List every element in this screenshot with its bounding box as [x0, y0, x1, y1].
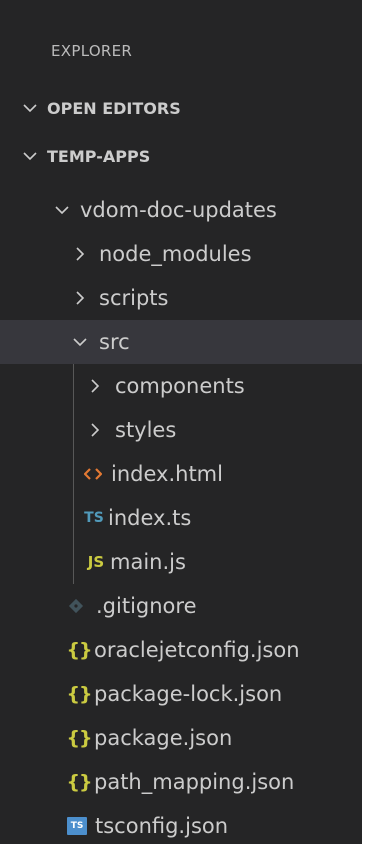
tsconfig-file-icon: TS: [67, 817, 87, 835]
file-label: package.json: [94, 726, 233, 750]
open-editors-section-header[interactable]: OPEN EDITORS: [0, 92, 362, 124]
tree-file-package-json[interactable]: {} package.json: [0, 716, 362, 760]
chevron-down-icon: [70, 332, 90, 352]
chevron-right-icon: [85, 376, 105, 396]
file-label: oraclejetconfig.json: [94, 638, 300, 662]
folder-label: styles: [115, 418, 177, 442]
json-file-icon: {}: [66, 727, 92, 749]
file-label: path_mapping.json: [94, 770, 295, 794]
folder-label: vdom-doc-updates: [80, 198, 277, 222]
folder-label: scripts: [99, 286, 169, 310]
file-label: .gitignore: [96, 594, 197, 618]
chevron-right-icon: [70, 288, 90, 308]
tree-folder-node-modules[interactable]: node_modules: [0, 232, 362, 276]
tree-file-index-html[interactable]: index.html: [0, 452, 362, 496]
json-file-icon: {}: [66, 639, 92, 661]
chevron-down-icon: [20, 146, 40, 166]
file-label: package-lock.json: [94, 682, 283, 706]
tree-file-index-ts[interactable]: TS index.ts: [0, 496, 362, 540]
typescript-file-icon: TS: [84, 510, 104, 526]
folder-label: src: [99, 330, 130, 354]
explorer-title: EXPLORER: [51, 42, 133, 60]
json-file-icon: {}: [66, 771, 92, 793]
tree-file-gitignore[interactable]: .gitignore: [0, 584, 362, 628]
folder-label: components: [115, 374, 245, 398]
tree-folder-src[interactable]: src: [0, 320, 362, 364]
tree-file-tsconfig-json[interactable]: TS tsconfig.json: [0, 804, 362, 848]
tree-folder-vdom-doc-updates[interactable]: vdom-doc-updates: [0, 188, 362, 232]
tree-file-path-mapping-json[interactable]: {} path_mapping.json: [0, 760, 362, 804]
javascript-file-icon: JS: [87, 553, 105, 571]
chevron-right-icon: [85, 420, 105, 440]
tree-folder-scripts[interactable]: scripts: [0, 276, 362, 320]
explorer-sidebar: EXPLORER OPEN EDITORS TEMP-APPS vdom-doc…: [0, 0, 362, 844]
chevron-down-icon: [52, 200, 72, 220]
workspace-label: TEMP-APPS: [47, 146, 151, 166]
file-label: main.js: [110, 550, 186, 574]
folder-label: node_modules: [99, 242, 252, 266]
tree-folder-styles[interactable]: styles: [0, 408, 362, 452]
file-label: index.html: [111, 462, 223, 486]
tree-file-main-js[interactable]: JS main.js: [0, 540, 362, 584]
html-file-icon: [82, 467, 104, 481]
tree-file-package-lock-json[interactable]: {} package-lock.json: [0, 672, 362, 716]
json-file-icon: {}: [66, 683, 92, 705]
git-file-icon: [66, 598, 86, 614]
tree-folder-components[interactable]: components: [0, 364, 362, 408]
workspace-section-header[interactable]: TEMP-APPS: [0, 140, 362, 172]
file-label: tsconfig.json: [95, 814, 229, 838]
open-editors-label: OPEN EDITORS: [47, 98, 181, 118]
chevron-right-icon: [70, 244, 90, 264]
tree-file-oraclejetconfig-json[interactable]: {} oraclejetconfig.json: [0, 628, 362, 672]
chevron-down-icon: [20, 98, 40, 118]
file-label: index.ts: [108, 506, 192, 530]
